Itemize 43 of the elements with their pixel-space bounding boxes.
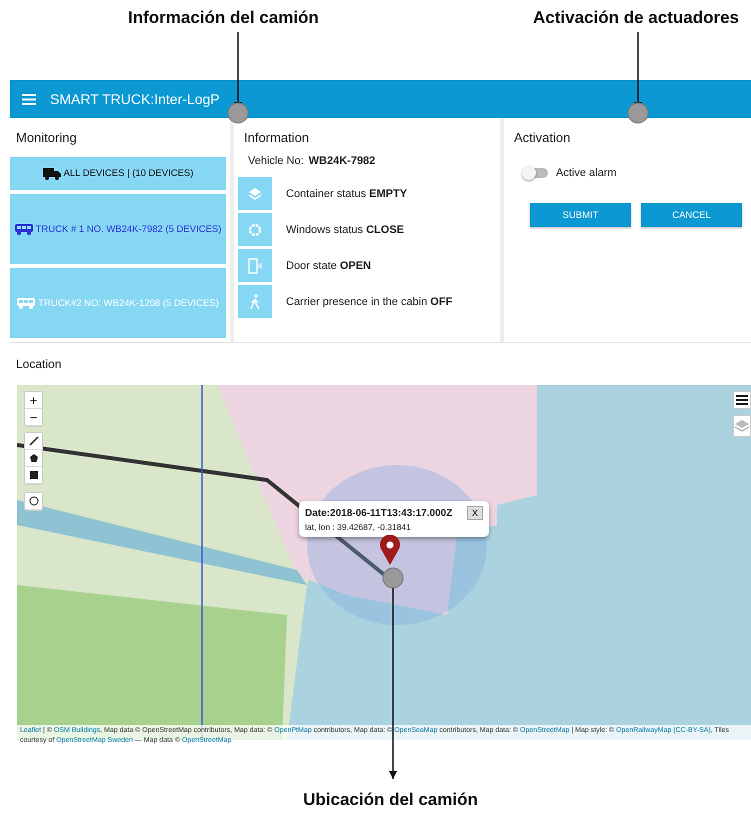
vehicle-label: Vehicle No: [248, 155, 304, 167]
app-title: SMART TRUCK:Inter-LogP [50, 91, 220, 107]
device-list-item[interactable]: ALL DEVICES | (10 DEVICES) [10, 157, 226, 190]
popup-title: Date:2018-06-11T13:43:17.000Z [305, 508, 454, 518]
panel-title: Activation [513, 129, 572, 147]
circle-icon [28, 496, 38, 506]
menu-icon[interactable] [22, 94, 36, 104]
popup-coordinates: lat, lon : 39.42687, -0.31841 [305, 522, 412, 532]
annotation-label: Ubicación del camión [303, 790, 478, 811]
layers-icon [734, 419, 750, 433]
panel-title: Information [243, 129, 310, 147]
truck-icon [42, 168, 61, 180]
zoom-in-button[interactable]: + [25, 392, 42, 409]
bus-icon [14, 223, 33, 235]
annotation-label: Información del camión [128, 8, 319, 29]
pentagon-icon [28, 453, 38, 463]
device-list-item[interactable]: TRUCK # 1 NO. WB24K-7982 (5 DEVICES) [10, 194, 226, 264]
draw-line-button[interactable] [25, 433, 42, 450]
section-title: Location [15, 356, 62, 373]
alarm-toggle[interactable] [524, 168, 548, 178]
draw-circle-button[interactable] [25, 493, 42, 510]
action-button[interactable]: SUBMIT [530, 203, 631, 227]
status-text: Carrier presence in the cabin OFF [286, 296, 452, 308]
menu-button[interactable] [733, 391, 751, 409]
menu-icon [736, 395, 748, 405]
layers-icon [248, 186, 262, 200]
layers-button[interactable] [733, 415, 751, 437]
toggle-label: Active alarm [556, 167, 617, 179]
panel-title: Monitoring [15, 129, 78, 147]
map-pin-icon[interactable] [379, 535, 401, 565]
vehicle-number: WB24K-7982 [308, 155, 376, 167]
action-button[interactable]: CANCEL [641, 203, 742, 227]
close-button[interactable]: X [466, 506, 483, 520]
door-icon [248, 258, 262, 274]
status-text: Container status EMPTY [286, 188, 408, 200]
walking-person-icon [249, 294, 261, 310]
annotation-label: Activación de actuadores [533, 8, 739, 29]
square-icon [28, 470, 38, 480]
bus-icon [17, 297, 36, 309]
status-text: Door state OPEN [286, 260, 371, 272]
line-icon [28, 436, 38, 446]
status-text: Windows status CLOSE [286, 224, 404, 236]
settings-icon [248, 222, 262, 236]
